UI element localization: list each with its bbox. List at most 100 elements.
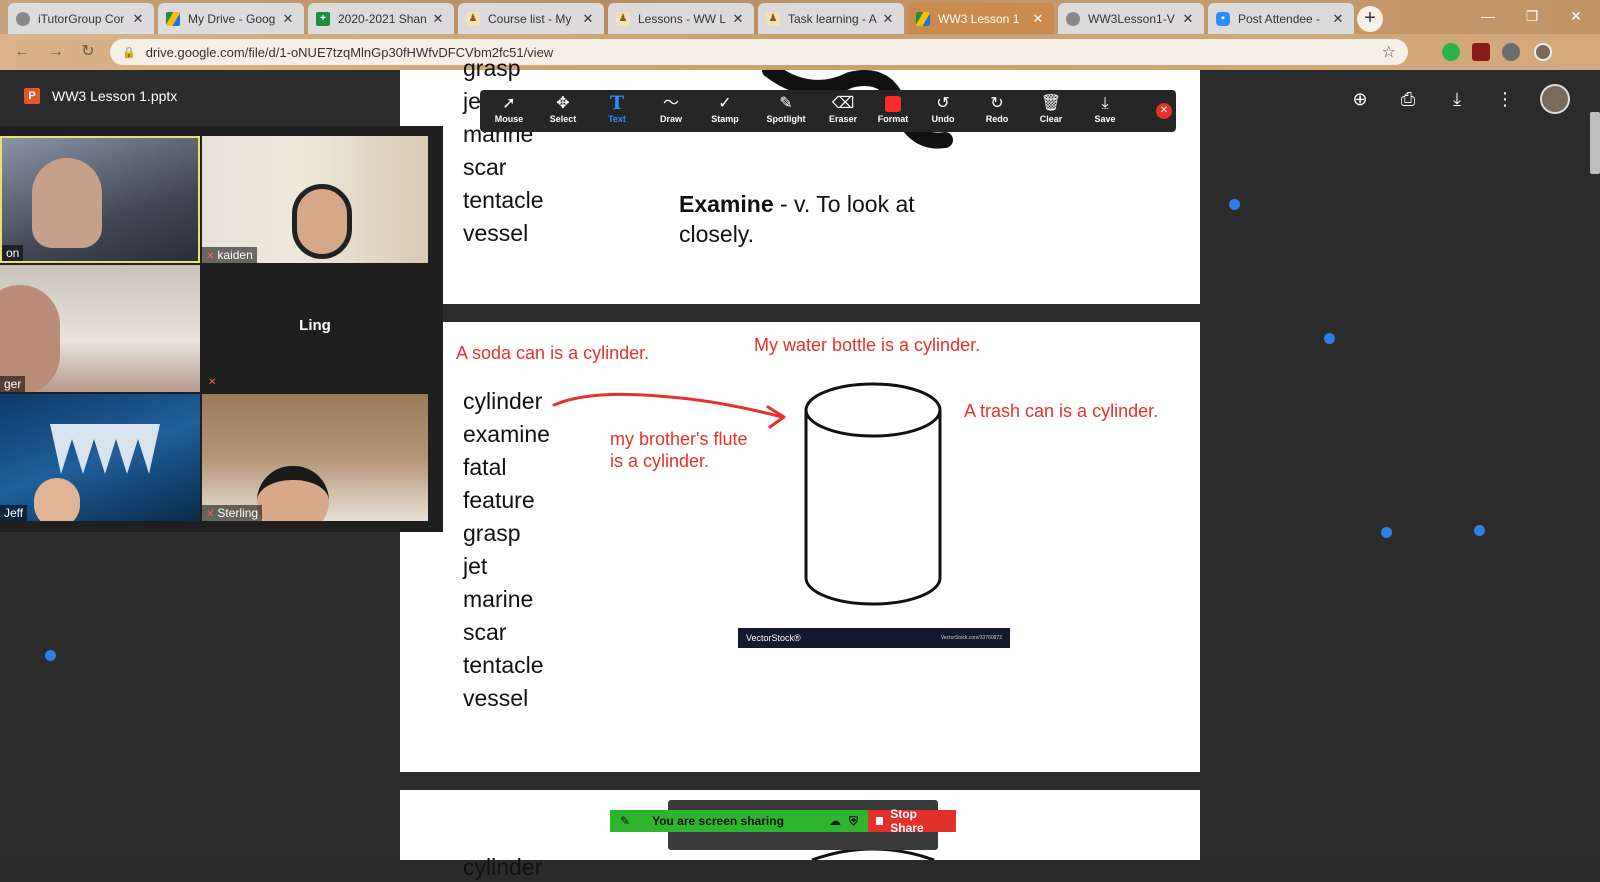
text-icon: T xyxy=(609,92,625,114)
tab-label: iTutorGroup Cor xyxy=(38,11,125,26)
mouse-tool[interactable]: ➚ Mouse xyxy=(486,93,532,129)
screen-sharing-bar: ✎ You are screen sharing ☁ ⛨ Stop Share xyxy=(610,807,956,835)
moodle-icon: ♟ xyxy=(466,11,480,26)
extensions-puzzle-icon[interactable] xyxy=(1502,43,1520,61)
video-tile[interactable]: Jeff xyxy=(0,394,200,521)
undo-tool[interactable]: ↺ Undo xyxy=(920,93,966,129)
tab-sheets[interactable]: + 2020-2021 Shan ✕ xyxy=(308,3,454,34)
tab-label: Task learning - A xyxy=(788,11,877,26)
select-tool[interactable]: ✥ Select xyxy=(540,93,586,129)
tab-course-list[interactable]: ♟ Course list - My ✕ xyxy=(458,3,604,34)
draw-tool[interactable]: 〜 Draw xyxy=(648,93,694,129)
word-item: fatal xyxy=(463,454,507,480)
word-item: vessel xyxy=(463,220,529,246)
move-icon: ✥ xyxy=(556,95,570,112)
forward-icon[interactable]: → xyxy=(46,42,66,62)
redo-tool[interactable]: ↻ Redo xyxy=(974,93,1020,129)
close-toolbar-icon[interactable]: ✕ xyxy=(1156,103,1172,119)
more-options-icon[interactable]: ⋮ xyxy=(1494,88,1516,110)
annotation-arrow xyxy=(552,392,786,429)
word-item: vessel xyxy=(463,685,529,711)
stamp-icon: ✓ xyxy=(718,95,732,112)
stop-icon xyxy=(876,817,884,825)
sharing-status[interactable]: ✎ You are screen sharing ☁ ⛨ xyxy=(610,810,868,832)
close-icon[interactable]: ✕ xyxy=(280,11,296,27)
tab-ww3lesson1-v[interactable]: WW3Lesson1-V ✕ xyxy=(1058,3,1204,34)
print-icon[interactable]: ⎙ xyxy=(1397,88,1419,110)
format-tool[interactable]: Format xyxy=(870,93,916,129)
stop-share-button[interactable]: Stop Share xyxy=(868,807,956,835)
muted-mic-icon: ✕ xyxy=(206,251,215,262)
video-tile[interactable]: on xyxy=(0,136,200,263)
tab-label: Course list - My xyxy=(488,11,572,26)
profile-avatar[interactable] xyxy=(1534,43,1552,61)
globe-icon xyxy=(16,11,30,26)
tab-task-learning[interactable]: ♟ Task learning - A ✕ xyxy=(758,3,904,34)
tab-itutorgroup[interactable]: iTutorGroup Cor ✕ xyxy=(8,3,154,34)
muted-mic-icon: ✕ xyxy=(208,377,217,388)
add-to-drive-icon[interactable]: ⊕ xyxy=(1349,88,1371,110)
close-icon[interactable]: ✕ xyxy=(1180,11,1196,27)
video-tile[interactable]: ✕ kaiden xyxy=(202,136,428,263)
ublock-icon[interactable] xyxy=(1472,43,1490,61)
save-icon: ⤓ xyxy=(1101,95,1109,112)
save-tool[interactable]: ⤓ Save xyxy=(1082,93,1128,129)
download-icon[interactable]: ⤓ xyxy=(1446,88,1468,110)
back-icon[interactable]: ← xyxy=(12,42,32,62)
scrollbar-thumb[interactable] xyxy=(1590,112,1600,174)
restore-icon[interactable]: ❐ xyxy=(1510,4,1554,28)
draw-icon: 〜 xyxy=(662,95,679,112)
video-tile[interactable]: Ling ✕ xyxy=(202,265,428,392)
new-tab-button[interactable]: + xyxy=(1357,6,1383,32)
participant-name-centered: Ling xyxy=(299,317,331,334)
close-icon[interactable]: ✕ xyxy=(430,11,446,27)
participant-name: ger xyxy=(0,376,26,392)
muted-mic-icon: ✕ xyxy=(206,509,215,520)
word-item: feature xyxy=(463,487,535,513)
tab-post-attendee[interactable]: ▪ Post Attendee - ✕ xyxy=(1208,3,1354,34)
moodle-icon: ♟ xyxy=(616,11,630,26)
tab-label: 2020-2021 Shan xyxy=(338,11,427,26)
annotation-flute-line-2: is a cylinder. xyxy=(610,451,710,471)
undo-icon: ↺ xyxy=(936,95,950,112)
sharing-status-text: You are screen sharing xyxy=(652,814,784,828)
viewer-account-avatar[interactable] xyxy=(1540,84,1570,114)
drive-icon xyxy=(166,11,180,26)
minimize-icon[interactable]: — xyxy=(1466,4,1510,28)
lock-icon: 🔒 xyxy=(122,46,136,59)
tab-lessons[interactable]: ♟ Lessons - WW L ✕ xyxy=(608,3,754,34)
close-icon[interactable]: ✕ xyxy=(730,11,746,27)
reload-icon[interactable]: ↻ xyxy=(78,42,98,62)
extension-green-icon[interactable] xyxy=(1442,43,1460,61)
close-icon[interactable]: ✕ xyxy=(580,11,596,27)
close-icon[interactable]: ✕ xyxy=(130,11,146,27)
eraser-icon: ⌫ xyxy=(831,95,855,112)
annotation-trash-can: A trash can is a cylinder. xyxy=(964,401,1159,421)
clear-tool[interactable]: 🗑 Clear xyxy=(1028,93,1074,129)
tab-label: Lessons - WW L xyxy=(638,11,727,26)
close-icon[interactable]: ✕ xyxy=(880,11,896,27)
close-window-icon[interactable]: ✕ xyxy=(1554,4,1598,28)
video-tile[interactable]: ✕ Sterling xyxy=(202,394,428,521)
bookmark-star-icon[interactable]: ☆ xyxy=(1382,42,1396,62)
close-icon[interactable]: ✕ xyxy=(1030,11,1046,27)
cylinder-illustration xyxy=(804,382,942,606)
video-tile[interactable]: ger xyxy=(0,265,200,392)
participant-face xyxy=(34,478,80,521)
eraser-tool[interactable]: ⌫ Eraser xyxy=(820,93,866,129)
close-icon[interactable]: ✕ xyxy=(1330,11,1346,27)
address-bar-row: ← → ↻ 🔒 drive.google.com/file/d/1-oNUE7t… xyxy=(0,34,1600,70)
word-item: examine xyxy=(463,421,550,447)
stamp-tool[interactable]: ✓ Stamp xyxy=(702,93,748,129)
zoom-icon: ▪ xyxy=(1216,11,1230,26)
text-tool[interactable]: T Text xyxy=(594,93,640,129)
stop-share-label: Stop Share xyxy=(890,807,924,835)
url-input[interactable]: 🔒 drive.google.com/file/d/1-oNUE7tzqMlnG… xyxy=(110,39,1408,65)
powerpoint-file-icon: P xyxy=(24,88,40,104)
zoom-video-gallery: on ✕ kaiden ger Ling ✕ Jeff ✕ Sterling xyxy=(0,126,443,532)
tab-ww3-lesson-1[interactable]: WW3 Lesson 1 ✕ xyxy=(908,3,1054,34)
tab-label: WW3Lesson1-V xyxy=(1088,11,1175,26)
spotlight-tool[interactable]: ✎ Spotlight xyxy=(756,93,816,129)
word-item: tentacle xyxy=(463,187,544,213)
tab-my-drive[interactable]: My Drive - Goog ✕ xyxy=(158,3,304,34)
